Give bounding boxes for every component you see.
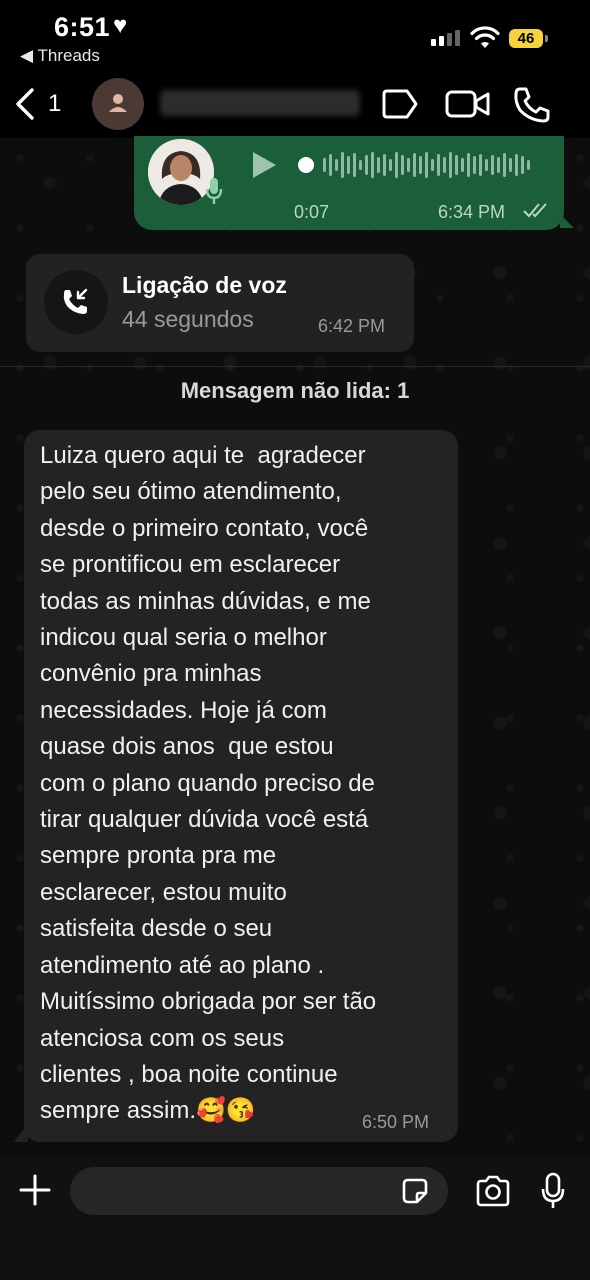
- battery-tip: [545, 35, 548, 42]
- heart-icon: ♥: [113, 12, 128, 39]
- voice-duration: 0:07: [294, 202, 330, 222]
- message-input[interactable]: [70, 1167, 448, 1215]
- video-camera-icon[interactable]: [444, 86, 492, 122]
- call-duration: 44 segundos: [122, 306, 254, 332]
- label-icon[interactable]: [380, 86, 420, 122]
- person-icon: [109, 94, 127, 112]
- unread-divider-label: Mensagem não lida: 1: [180, 378, 410, 403]
- play-icon[interactable]: [250, 150, 278, 180]
- unread-divider-line: [0, 366, 590, 367]
- plus-icon[interactable]: [18, 1172, 52, 1208]
- message-timestamp: 6:42 PM: [318, 316, 386, 336]
- message-text: Luiza quero aqui te agradecer pelo seu ó…: [40, 442, 377, 1125]
- chat-header: 1: [0, 72, 590, 138]
- playback-scrubber[interactable]: [298, 157, 314, 173]
- phone-icon[interactable]: [512, 86, 552, 124]
- mic-icon: [205, 178, 223, 204]
- double-check-icon: [523, 203, 547, 218]
- wifi-icon: [470, 26, 500, 48]
- contact-name[interactable]: [160, 90, 360, 116]
- bubble-tail: [560, 214, 574, 228]
- unread-count[interactable]: 1: [48, 90, 61, 118]
- message-timestamp: 6:34 PM: [438, 202, 506, 222]
- sticker-icon[interactable]: [400, 1176, 430, 1206]
- contact-avatar[interactable]: [92, 78, 144, 130]
- cellular-signal-icon: [431, 30, 460, 46]
- battery-indicator: 46: [509, 29, 543, 48]
- chevron-left-icon[interactable]: [10, 86, 40, 122]
- bubble-tail: [14, 1124, 28, 1142]
- status-bar: 6:51 ♥ ◀ Threads 46: [0, 0, 590, 72]
- back-to-app-link[interactable]: ◀ Threads: [20, 46, 100, 66]
- incoming-call-icon: [44, 270, 108, 334]
- camera-icon[interactable]: [474, 1174, 512, 1208]
- message-timestamp: 6:50 PM: [362, 1112, 430, 1132]
- mic-icon[interactable]: [540, 1172, 566, 1210]
- call-title: Ligação de voz: [122, 272, 287, 298]
- status-time: 6:51: [54, 12, 111, 42]
- audio-waveform[interactable]: [298, 150, 530, 180]
